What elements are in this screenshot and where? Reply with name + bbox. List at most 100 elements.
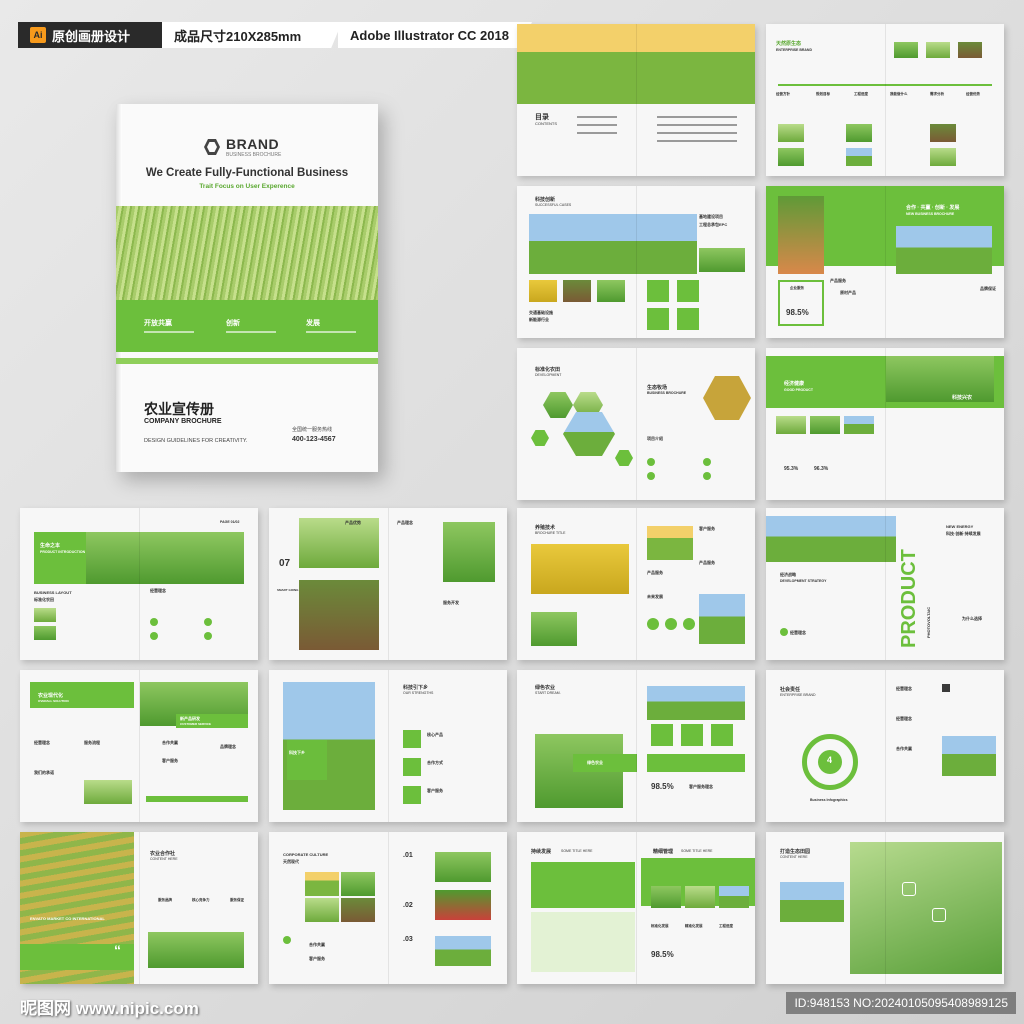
green-panel: [531, 862, 635, 908]
site-watermark: 昵图网 www.nipic.com: [20, 999, 199, 1018]
stat-percent: 96.3%: [814, 466, 829, 472]
farm-landscape-photo: [529, 214, 697, 274]
section-heading: 客户服务: [699, 526, 715, 531]
tractor-field-photo: [886, 356, 994, 402]
bullet-icon: [150, 618, 158, 626]
fruit-photo: [778, 196, 824, 274]
corn-photo: [531, 544, 629, 594]
stat-percent: 95.3%: [784, 466, 799, 472]
image-id-label: ID:948153 NO:20240105095408989125: [786, 992, 1016, 1014]
section-heading: 工程总承包EPC: [699, 222, 728, 227]
field-photo: [930, 124, 956, 142]
field-photo: [844, 416, 874, 434]
spread-life-origin: 生命之本 PRODUCT INTRODUCTION PAGE 01/02 BUS…: [20, 508, 258, 660]
infographic-caption: Business Infographics: [810, 798, 848, 802]
spread-sustainable: 持续发展 SOME TITLE HERE 精细管理 SOME TITLE HER…: [517, 832, 755, 984]
field-photo: [778, 148, 804, 166]
photo-caption: ENVATO MARKET CO INTERNATIONAL: [30, 916, 105, 921]
brochure-cover: BRAND BUSINESS BROCHURE We Create Fully-…: [116, 104, 378, 472]
spread-subtitle: BROCHURE TITLE: [535, 531, 566, 535]
field-photo: [651, 886, 681, 908]
section-heading: 我们的承诺: [34, 770, 54, 775]
spread-cooperative: ENVATO MARKET CO INTERNATIONAL “ 农业合作社 C…: [20, 832, 258, 984]
spread-subtitle: CONTENTS: [535, 121, 557, 126]
spread-cooperation: 合作 · 共赢 · 创新 · 发展 NEW BUSINESS BROCHURE …: [766, 186, 1004, 338]
section-subheading: DEVELOPMENT STRATEGY: [780, 579, 827, 583]
field-photo: [531, 612, 577, 646]
field-photo: [435, 852, 491, 882]
section-heading: 产品服务: [699, 560, 715, 565]
greenhouse-photo: [148, 932, 244, 968]
photo-caption: 科技下乡: [289, 750, 305, 755]
field-photo: [776, 416, 806, 434]
bullet-icon: [204, 618, 212, 626]
spread-breeding-tech: 养殖技术 BROCHURE TITLE 客户服务 产品服务 产品服务 未来发展: [517, 508, 755, 660]
spread-subtitle: START DREAM.: [535, 691, 561, 695]
spread-modernization: 农业现代化 OVERALL SOLUTION 新产品研发 CUSTOMER SE…: [20, 670, 258, 822]
section-heading: 经营理念: [896, 686, 912, 691]
spread-subtitle: DEVELOPMENT: [535, 373, 562, 377]
field-photo: [443, 522, 495, 582]
section-heading: 基地建设项目: [699, 214, 723, 219]
section-heading: 工程进度: [719, 924, 733, 928]
spread-title: CORPORATE CULTURE: [283, 852, 329, 857]
spread-title: 天然原生态: [776, 41, 802, 47]
feature-icon-box: [647, 280, 669, 302]
spread-standard-farmland: 标准化农田 DEVELOPMENT 生态牧场 BUSINESS BROCHURE…: [517, 348, 755, 500]
spread-title: 合作 · 共赢 · 创新 · 发展: [906, 205, 960, 211]
section-heading: 客户服务理念: [689, 784, 713, 789]
field-photo: [84, 780, 132, 804]
field-photo: [699, 248, 745, 272]
hud-overlay-icon: [932, 908, 946, 922]
field-photo: [894, 42, 918, 58]
section-heading: 经济战略: [780, 572, 796, 577]
section-heading: BUSINESS LAYOUT: [34, 590, 72, 595]
timeline-label: 经营方针: [776, 92, 790, 96]
section-heading: 合作共赢: [896, 746, 912, 751]
feature-icon-box: [677, 280, 699, 302]
section-heading: 科技·创新·持续发展: [946, 531, 981, 536]
band-item-open: 开放共赢: [144, 320, 172, 327]
section-heading: 产品优势: [345, 520, 361, 525]
hay-bale-photo: [703, 376, 751, 420]
title-green-box: [34, 532, 86, 584]
circle-icon: [683, 618, 695, 630]
soil-photo: [563, 280, 591, 302]
text-line: [657, 132, 737, 134]
spread-subtitle: SUCCESSFUL CASES: [535, 203, 572, 207]
field-photo: [846, 124, 872, 142]
text-line: [657, 124, 737, 126]
text-line: [657, 140, 737, 142]
title-green-box: [287, 740, 327, 780]
text-line: [577, 124, 617, 126]
field-photo: [305, 898, 339, 922]
timeline-label: 规划目标: [816, 92, 830, 96]
stat-percent: 98.5%: [786, 308, 809, 317]
timeline-label: 需求分析: [930, 92, 944, 96]
stat-percent: 98.5%: [651, 782, 674, 791]
section-heading: 产品服务: [830, 278, 846, 283]
spread-number: 07: [279, 558, 291, 569]
spread-title: 打造生态田园: [780, 849, 811, 855]
label-band: [573, 754, 637, 772]
section-heading: 服务保证: [230, 898, 244, 902]
feature-icon-box: [403, 730, 421, 748]
size-label: 成品尺寸210X285mm: [174, 28, 302, 44]
timeline-label: 我能做什么: [890, 92, 908, 96]
field-photo: [780, 882, 844, 922]
band-item-innovation: 创新: [226, 320, 240, 327]
section-heading: 项目介绍: [647, 436, 663, 441]
band-item-development: 发展: [306, 320, 320, 327]
cover-accent-bar: [116, 358, 378, 364]
wheat-photo: [529, 280, 557, 302]
spread-title: 持续发展: [531, 849, 552, 855]
infographic-number: 4: [827, 755, 833, 765]
software-tag: Adobe Illustrator CC 2018: [338, 22, 532, 48]
field-photo: [597, 280, 625, 302]
timeline-label: 工程进度: [854, 92, 868, 96]
section-heading: 新能源行业: [529, 317, 549, 322]
spread-subtitle: CONTENT HERE: [780, 855, 808, 859]
hotline-label: 全国统一服务热线: [292, 427, 333, 433]
field-photo: [34, 608, 56, 622]
section-heading: 产品理念: [397, 520, 413, 525]
